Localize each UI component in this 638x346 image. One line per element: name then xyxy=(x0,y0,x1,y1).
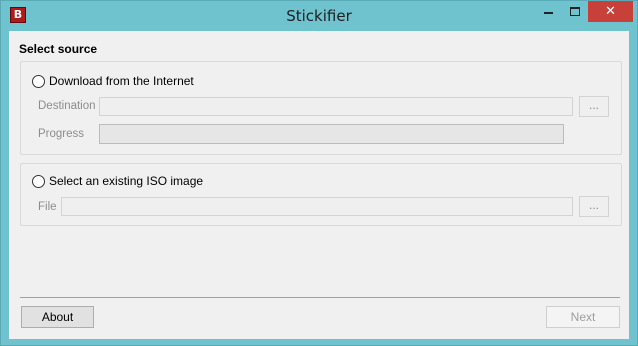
dialog-body: Select source Download from the Internet… xyxy=(9,31,629,339)
about-button[interactable]: About xyxy=(21,306,94,328)
minimize-button[interactable] xyxy=(536,1,562,22)
download-group: Download from the Internet Destination .… xyxy=(20,61,622,155)
maximize-button[interactable] xyxy=(562,1,588,22)
download-progress-bar xyxy=(99,124,564,144)
download-option[interactable]: Download from the Internet xyxy=(32,74,194,88)
download-radio[interactable] xyxy=(32,74,45,88)
minimize-icon xyxy=(544,12,553,14)
iso-option[interactable]: Select an existing ISO image xyxy=(32,174,203,188)
close-icon: ✕ xyxy=(605,4,616,19)
close-button[interactable]: ✕ xyxy=(588,1,633,22)
destination-field[interactable] xyxy=(99,97,573,116)
stickifier-window: B Stickifier ✕ Select source Download fr… xyxy=(0,0,638,346)
iso-radio-label[interactable]: Select an existing ISO image xyxy=(49,174,203,188)
maximize-icon xyxy=(570,7,580,16)
next-button[interactable]: Next xyxy=(546,306,620,328)
footer-divider xyxy=(20,297,620,298)
iso-browse-button[interactable]: ... xyxy=(579,196,609,217)
iso-group: Select an existing ISO image File ... xyxy=(20,163,622,226)
iso-file-field[interactable] xyxy=(61,197,573,216)
iso-radio[interactable] xyxy=(32,174,45,188)
file-label: File xyxy=(38,201,57,213)
progress-label: Progress xyxy=(38,128,85,140)
destination-label: Destination xyxy=(38,100,96,112)
select-source-heading: Select source xyxy=(19,42,98,56)
destination-browse-button[interactable]: ... xyxy=(579,96,609,117)
title-bar[interactable]: B Stickifier ✕ xyxy=(1,1,637,31)
download-radio-label[interactable]: Download from the Internet xyxy=(49,74,194,88)
